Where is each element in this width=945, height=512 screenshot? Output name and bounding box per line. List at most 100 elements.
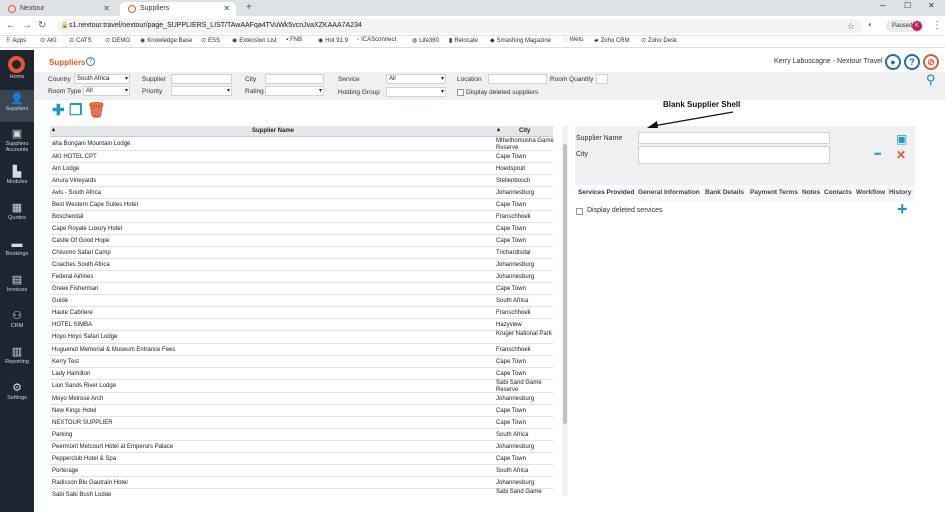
user-icon[interactable]: ●: [885, 54, 901, 70]
table-row[interactable]: Porterage South Africa: [50, 465, 553, 477]
sidebar-item-crm[interactable]: ⚇ CRM: [0, 310, 34, 329]
bookmark-item[interactable]: ⠿ Apps: [6, 37, 26, 44]
maximize-icon[interactable]: ☐: [904, 1, 911, 10]
table-row[interactable]: Anura Vineyards Stellenbosch: [50, 175, 553, 187]
tab-bank-details[interactable]: Bank Details: [705, 189, 744, 196]
back-icon[interactable]: ←: [6, 20, 16, 31]
bookmark-star-icon[interactable]: ☆: [847, 19, 855, 33]
close-tab-icon[interactable]: ✕: [223, 2, 230, 15]
table-row[interactable]: Best Western Cape Suites Hotel Cape Town: [50, 199, 553, 211]
search-icon[interactable]: ⚲: [926, 72, 936, 88]
sidebar-item-home[interactable]: Home: [0, 74, 34, 80]
tab-notes[interactable]: Notes: [802, 189, 820, 196]
reload-icon[interactable]: ↻: [38, 20, 46, 31]
table-row[interactable]: Greek Fisherman Cape Town: [50, 283, 553, 295]
bookmark-item[interactable]: ⊙ DEMO: [105, 37, 130, 44]
bookmark-item[interactable]: ◉ Hot 91.9: [318, 37, 348, 44]
scrollbar-thumb[interactable]: [563, 144, 567, 424]
room-type-select[interactable]: All: [83, 86, 130, 96]
delete-icon[interactable]: 🗑: [87, 103, 106, 118]
close-tab-icon[interactable]: ✕: [103, 2, 110, 15]
add-service-icon[interactable]: +: [897, 199, 908, 220]
supplier-name-input[interactable]: [638, 132, 830, 144]
nextour-logo-icon[interactable]: [8, 56, 25, 73]
table-row[interactable]: Peermont Metcourt Hotel at Emperors Pala…: [50, 441, 553, 453]
table-row[interactable]: Federal Airlines Johannesburg: [50, 271, 553, 283]
table-row[interactable]: HOTEL SIMBA Hazyview: [50, 319, 553, 331]
sidebar-item-suppliers[interactable]: 👤 Suppliers: [0, 90, 34, 122]
grid-scrollbar[interactable]: [562, 126, 568, 496]
bookmark-item[interactable]: ◍ Life360: [412, 37, 439, 44]
country-select[interactable]: South Africa: [74, 74, 130, 84]
service-select[interactable]: All: [386, 74, 446, 84]
bookmark-item[interactable]: ▪ FNB: [286, 37, 302, 43]
table-row[interactable]: AKI HOTEL CPT Cape Town: [50, 151, 553, 163]
bookmark-item[interactable]: ◌ Wetu: [564, 37, 583, 43]
priority-select[interactable]: [171, 86, 232, 96]
table-row[interactable]: Kerry Test Cape Town: [50, 356, 553, 368]
sidebar-item-quotes[interactable]: ▦ Quotes: [0, 202, 34, 221]
minimize-icon[interactable]: ─: [880, 1, 886, 10]
col-city[interactable]: City: [519, 128, 530, 134]
sort-icon[interactable]: ▴: [497, 126, 500, 133]
table-row[interactable]: Huguenot Memorial & Museum Entrance Fees…: [50, 344, 553, 356]
bookmark-item[interactable]: ⊙ ESS: [201, 37, 220, 44]
table-row[interactable]: Parking South Africa: [50, 429, 553, 441]
profile-button[interactable]: Paused K: [886, 20, 924, 32]
tab-general-information[interactable]: General Information: [638, 189, 700, 196]
tab-workflow[interactable]: Workflow: [856, 189, 885, 196]
form-city-input[interactable]: [638, 146, 830, 164]
col-supplier-name[interactable]: Supplier Name: [252, 128, 294, 134]
browser-tab-suppliers[interactable]: Suppliers ✕: [120, 2, 236, 16]
browser-tab-nextour[interactable]: Nextour ✕: [0, 2, 116, 16]
city-input[interactable]: [265, 74, 324, 84]
table-row[interactable]: Avis - South Africa Johannesburg: [50, 187, 553, 199]
table-row[interactable]: Lion Sands River Lodge Sabi Sand Game Res…: [50, 380, 553, 393]
table-row[interactable]: Cape Royale Luxury Hotel Cape Town: [50, 223, 553, 235]
bookmark-item[interactable]: ▮ Relocate: [449, 37, 478, 44]
sort-icon[interactable]: ▴: [52, 126, 55, 133]
bookmark-item[interactable]: ◆ Smashing Magazine: [490, 37, 551, 44]
tab-payment-terms[interactable]: Payment Terms: [750, 189, 798, 196]
deleted-services-checkbox[interactable]: [576, 208, 583, 215]
table-row[interactable]: Chisomo Safari Camp Trichardtsdal: [50, 247, 553, 259]
copy-icon[interactable]: ❐: [69, 103, 82, 118]
holding-group-select[interactable]: [386, 87, 446, 97]
table-row[interactable]: Lady Hamilton Cape Town: [50, 368, 553, 380]
tab-services-provided[interactable]: Services Provided: [575, 185, 638, 201]
table-row[interactable]: Coaches South Africa Johannesburg: [50, 259, 553, 271]
sidebar-item-bookings[interactable]: ▬ Bookings: [0, 238, 34, 257]
sidebar-item-suppliers-accounts[interactable]: ▣ Suppliers Accounts: [0, 128, 34, 153]
new-tab-icon[interactable]: +: [246, 2, 252, 13]
bookmark-item[interactable]: ▫ ICASconnect: [357, 37, 396, 43]
bookmark-item[interactable]: ◉ Knowledge Base: [140, 37, 192, 44]
save-icon[interactable]: ▣: [896, 132, 907, 146]
table-row[interactable]: Guide South Africa: [50, 295, 553, 307]
url-field[interactable]: 🔒 s1.nextour.travel/nextour/page_SUPPLIE…: [57, 19, 863, 33]
close-window-icon[interactable]: ✕: [928, 1, 935, 10]
table-row[interactable]: aha Bongani Mountain Lodge Mthethomusha G…: [50, 138, 554, 151]
tab-history[interactable]: History: [889, 189, 911, 196]
add-icon[interactable]: ✚: [52, 103, 65, 118]
table-row[interactable]: Moyo Melrose Arch Johannesburg: [50, 393, 553, 405]
table-row[interactable]: Haute Cabriere Franschhoek: [50, 307, 553, 319]
supplier-input[interactable]: [171, 74, 232, 84]
rating-select[interactable]: [265, 86, 324, 96]
table-row[interactable]: Radisson Blu Gautrain Hotel Johannesburg: [50, 477, 553, 489]
forward-icon[interactable]: →: [22, 20, 32, 31]
room-quantity-input[interactable]: [596, 74, 608, 84]
sidebar-item-modules[interactable]: ▙ Modules: [0, 166, 34, 185]
bookmark-item[interactable]: ▰ Zoho CRM: [594, 37, 630, 44]
logout-icon[interactable]: ⊘: [923, 54, 939, 70]
table-row[interactable]: Am Lodge Hoedspruit: [50, 163, 553, 175]
help-circle-icon[interactable]: ?: [904, 54, 920, 70]
table-row[interactable]: Sabi Sabi Bush Lodge Sabi Sand Game Reser…: [50, 489, 553, 496]
menu-kebab-icon[interactable]: ⋮: [932, 20, 942, 31]
table-row[interactable]: Boschendal Franschhoek: [50, 211, 553, 223]
table-row[interactable]: Hoyo Hoyo Safari Lodge Kruger National Pa…: [50, 331, 553, 344]
bookmark-item[interactable]: ⊙ AKI: [40, 37, 57, 44]
sidebar-item-settings[interactable]: ⚙ Settings: [0, 382, 34, 401]
bookmark-item[interactable]: ⊙ CATS: [69, 37, 92, 44]
table-row[interactable]: New Kings Hotel Cape Town: [50, 405, 553, 417]
help-icon[interactable]: ?: [86, 57, 95, 66]
